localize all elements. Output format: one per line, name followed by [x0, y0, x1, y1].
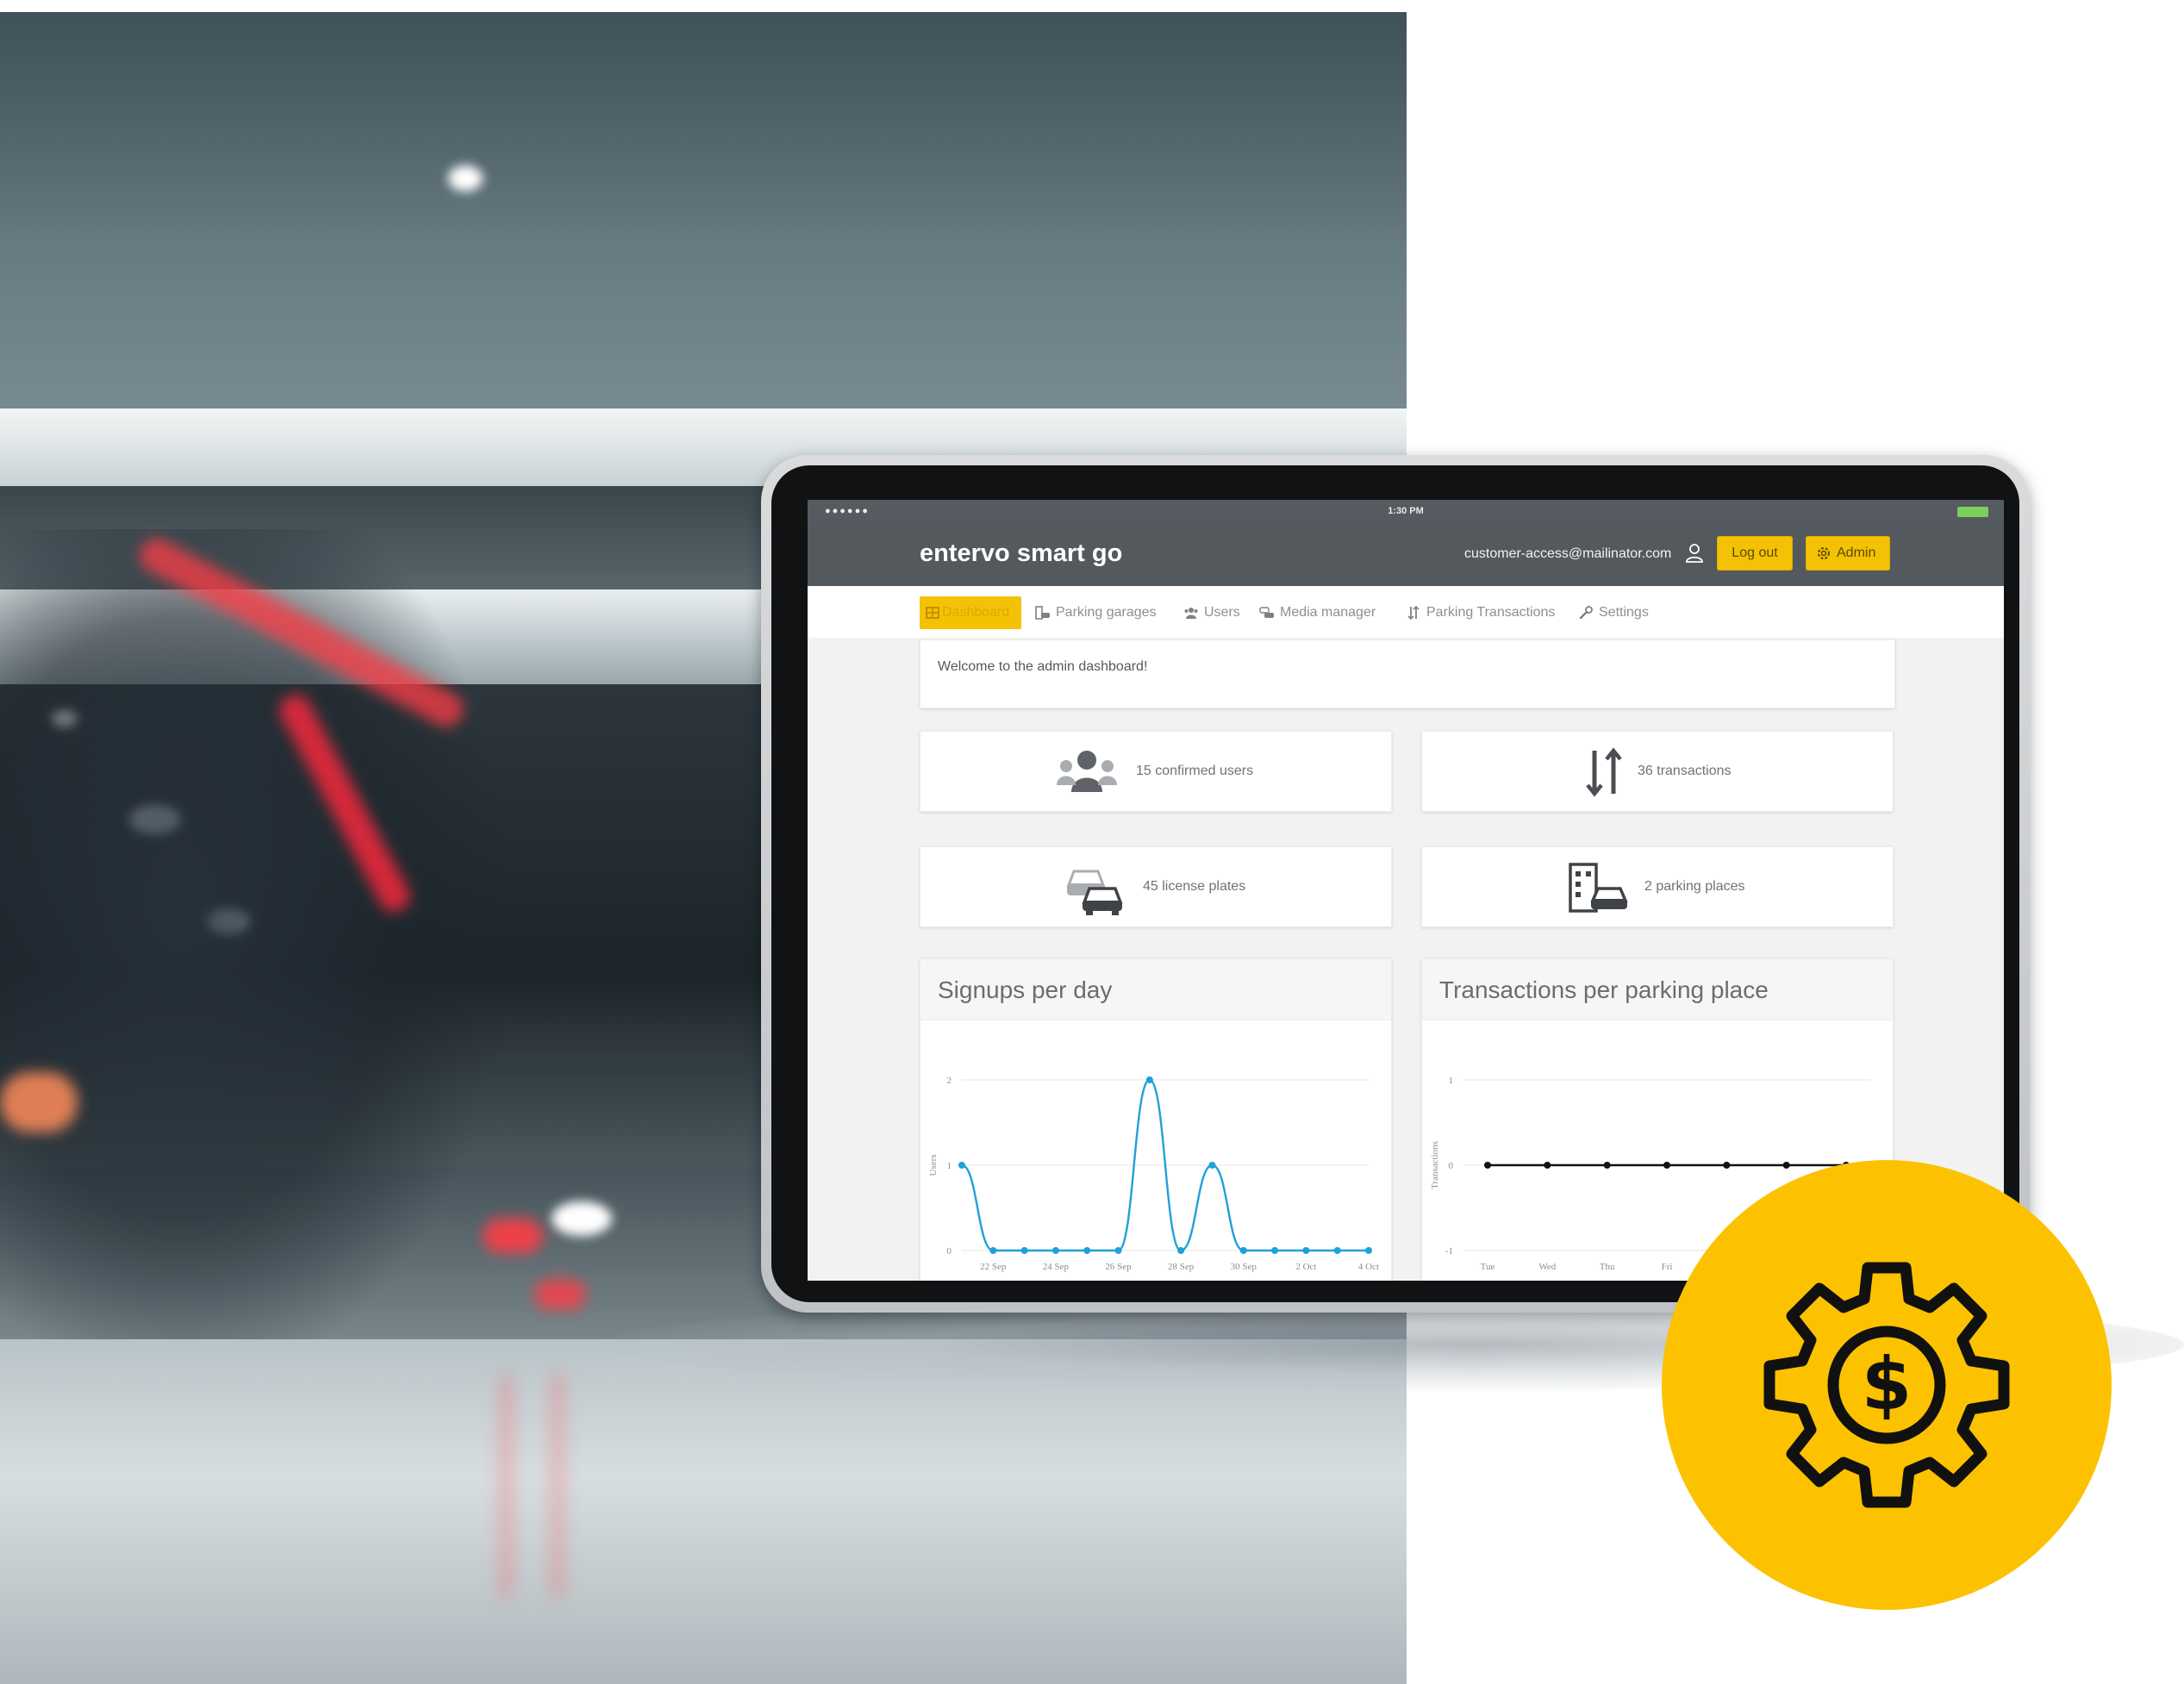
tab-users-label: Users: [1204, 605, 1240, 620]
dollar-sign: $: [1862, 1342, 1912, 1426]
gear-dollar-badge: $: [1662, 1160, 2112, 1610]
y-tick-label: -1: [1445, 1246, 1453, 1257]
tab-parking-transactions-label: Parking Transactions: [1426, 605, 1556, 620]
x-tick-label: 4 Oct: [1358, 1262, 1379, 1272]
signups-line-chart: 0 1 2 Users 22 Sep 24 Sep 26 Sep 28 Sep 30 Sep 2 …: [928, 1076, 1379, 1272]
tab-media-manager[interactable]: Media manager: [1257, 596, 1395, 629]
data-point: [1083, 1247, 1091, 1254]
stat-license-plates-label: 45 license plates: [1143, 879, 1246, 894]
logout-button[interactable]: Log out: [1717, 536, 1793, 571]
parking-garage-icon: [1035, 606, 1050, 620]
y-axis-label: Users: [928, 1154, 939, 1176]
tablet-screen: ●●●●●● 1:30 PM entervo smart go customer…: [808, 500, 2004, 1281]
stat-transactions-label: 36 transactions: [1638, 764, 1732, 778]
main-nav: Dashboard Parking garages Users Media ma…: [808, 586, 2004, 639]
wrench-icon: [1579, 606, 1593, 620]
data-point: [1333, 1247, 1341, 1254]
tab-users[interactable]: Users: [1182, 596, 1251, 629]
tab-settings[interactable]: Settings: [1576, 596, 1663, 629]
tab-settings-label: Settings: [1599, 605, 1649, 620]
cars-icon: [1259, 607, 1274, 618]
y-axis-label: Transactions: [1430, 1141, 1440, 1189]
sort-arrows-icon: [1407, 605, 1420, 621]
data-point: [1663, 1162, 1670, 1169]
x-tick-label: 26 Sep: [1105, 1262, 1132, 1272]
tab-dashboard[interactable]: Dashboard: [920, 596, 1021, 629]
signups-chart-card: Signups per day 0 1 2 Users 22 Sep 24 Sep 26 S…: [920, 958, 1392, 1281]
y-tick-label: 0: [1449, 1161, 1454, 1171]
stat-users-label: 15 confirmed users: [1136, 764, 1254, 778]
data-point: [1484, 1162, 1491, 1169]
data-point: [1177, 1247, 1185, 1254]
tab-parking-transactions[interactable]: Parking Transactions: [1404, 596, 1568, 629]
transactions-chart-header: Transactions per parking place: [1422, 959, 1893, 1020]
data-point: [1114, 1247, 1122, 1254]
status-time: 1:30 PM: [1388, 506, 1424, 516]
transfer-arrows-icon: [1586, 747, 1622, 797]
data-point: [1544, 1162, 1551, 1169]
brand-title[interactable]: entervo smart go: [920, 540, 1122, 568]
x-tick-label: 2 Oct: [1295, 1262, 1316, 1272]
data-point: [1271, 1247, 1279, 1254]
welcome-text: Welcome to the admin dashboard!: [938, 659, 1148, 674]
y-tick-label: 2: [947, 1076, 952, 1086]
data-point: [1723, 1162, 1731, 1169]
data-point: [958, 1162, 965, 1169]
stat-card-license-plates[interactable]: 45 license plates: [920, 846, 1392, 927]
x-tick-label: 24 Sep: [1043, 1262, 1070, 1272]
data-point: [1208, 1162, 1216, 1169]
welcome-card: Welcome to the admin dashboard!: [920, 639, 1895, 708]
battery-icon: [1957, 507, 1988, 517]
garage-floor: [0, 1339, 1407, 1684]
admin-label: Admin: [1837, 546, 1876, 560]
data-point: [1365, 1247, 1372, 1254]
signups-chart-header: Signups per day: [920, 959, 1391, 1020]
data-point: [1603, 1162, 1611, 1169]
building-car-icon: [1569, 863, 1628, 913]
user-email[interactable]: customer-access@mailinator.com: [1464, 546, 1671, 562]
users-icon: [1057, 751, 1117, 792]
stat-card-transactions[interactable]: 36 transactions: [1421, 731, 1894, 812]
transactions-chart-title: Transactions per parking place: [1439, 976, 1769, 1003]
table-icon: [926, 607, 939, 619]
gear-dollar-icon: $: [1763, 1262, 2010, 1508]
data-point: [1020, 1247, 1028, 1254]
x-tick-label: Fri: [1662, 1262, 1673, 1272]
device-status-bar: ●●●●●● 1:30 PM: [808, 500, 2004, 522]
tab-dashboard-label: Dashboard: [942, 605, 1010, 620]
tab-parking-garages[interactable]: Parking garages: [1033, 596, 1171, 629]
x-tick-label: 28 Sep: [1168, 1262, 1195, 1272]
user-icon[interactable]: [1685, 543, 1704, 564]
cars-icon: [1066, 870, 1123, 915]
stat-card-users[interactable]: 15 confirmed users: [920, 731, 1392, 812]
data-point: [1782, 1162, 1790, 1169]
x-tick-label: 30 Sep: [1231, 1262, 1257, 1272]
y-tick-label: 1: [1449, 1076, 1454, 1086]
x-tick-label: Thu: [1600, 1262, 1615, 1272]
y-tick-label: 0: [947, 1246, 952, 1257]
x-tick-label: Tue: [1481, 1262, 1495, 1272]
car-silhouette: [0, 529, 517, 1391]
data-point: [989, 1247, 997, 1254]
x-tick-label: Wed: [1538, 1262, 1556, 1272]
data-point: [1145, 1076, 1153, 1083]
stat-card-parking-places[interactable]: 2 parking places: [1421, 846, 1894, 927]
admin-button[interactable]: Admin: [1806, 536, 1890, 571]
x-tick-label: 22 Sep: [980, 1262, 1007, 1272]
data-point: [1302, 1247, 1310, 1254]
gear-icon: [1818, 547, 1830, 559]
tab-parking-garages-label: Parking garages: [1056, 605, 1157, 620]
users-icon: [1184, 608, 1198, 619]
app-header: entervo smart go customer-access@mailina…: [808, 522, 2004, 586]
signups-chart-title: Signups per day: [938, 976, 1113, 1003]
tab-media-manager-label: Media manager: [1280, 605, 1376, 620]
data-point: [1051, 1247, 1059, 1254]
data-point: [1239, 1247, 1247, 1254]
y-tick-label: 1: [947, 1161, 952, 1171]
stat-parking-places-label: 2 parking places: [1644, 879, 1745, 894]
